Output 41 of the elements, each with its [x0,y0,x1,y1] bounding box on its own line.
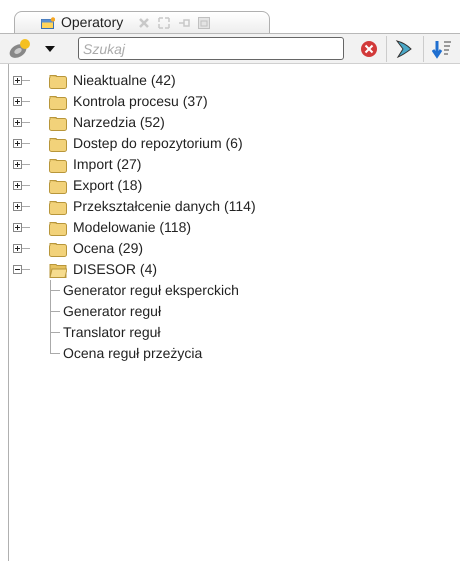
search-field[interactable]: Szukaj [78,37,344,60]
expand-icon[interactable] [13,97,22,106]
folder-icon [49,220,67,236]
tree-item[interactable]: Generator reguł eksperckich [63,280,239,301]
tree-item[interactable]: Ocena (29) [73,238,144,259]
tree-item[interactable]: Translator reguł [63,322,161,343]
tree-item[interactable]: Kontrola procesu (37) [73,91,208,112]
folder-icon [49,198,67,214]
tree-item[interactable]: Ocena reguł przeżycia [63,343,202,364]
caret-icon[interactable] [44,44,56,52]
tree-item[interactable]: Narzedzia (52) [73,112,165,133]
clear-icon[interactable] [360,40,378,58]
tree-item[interactable]: Export (18) [73,175,142,196]
sort-icon[interactable] [432,38,452,58]
filter-icon[interactable] [395,38,413,58]
expand-icon[interactable] [13,139,22,148]
window-icon [41,16,55,28]
tree-item[interactable]: DISESOR (4) [73,259,158,280]
tab-label: Operatory [61,13,124,32]
folder-icon [49,94,67,110]
folder-icon [49,156,67,172]
expand-icon[interactable] [13,181,22,190]
expand-icon[interactable] [13,160,22,169]
expand-icon[interactable] [13,76,22,85]
tree-item[interactable]: Generator reguł [63,301,162,322]
folder-icon [49,136,67,152]
tree-item[interactable]: Modelowanie (118) [73,217,192,238]
folder-icon [49,178,67,194]
tree-item[interactable]: Import (27) [73,154,142,175]
expand-icon[interactable] [13,223,22,232]
tree-item[interactable]: Dostep do repozytorium (6) [73,133,243,154]
open-folder-icon [49,262,67,278]
collapse-icon[interactable] [13,265,22,274]
tree-item[interactable]: Nieaktualne (42) [73,70,176,91]
expand-icon[interactable] [13,202,22,211]
expand-icon[interactable] [13,244,22,253]
expand-icon[interactable] [13,118,22,127]
folder-icon [49,114,67,130]
folder-icon [49,240,67,256]
tree-item[interactable]: Przekształcenie danych (114) [73,196,256,217]
folder-icon [49,72,67,88]
